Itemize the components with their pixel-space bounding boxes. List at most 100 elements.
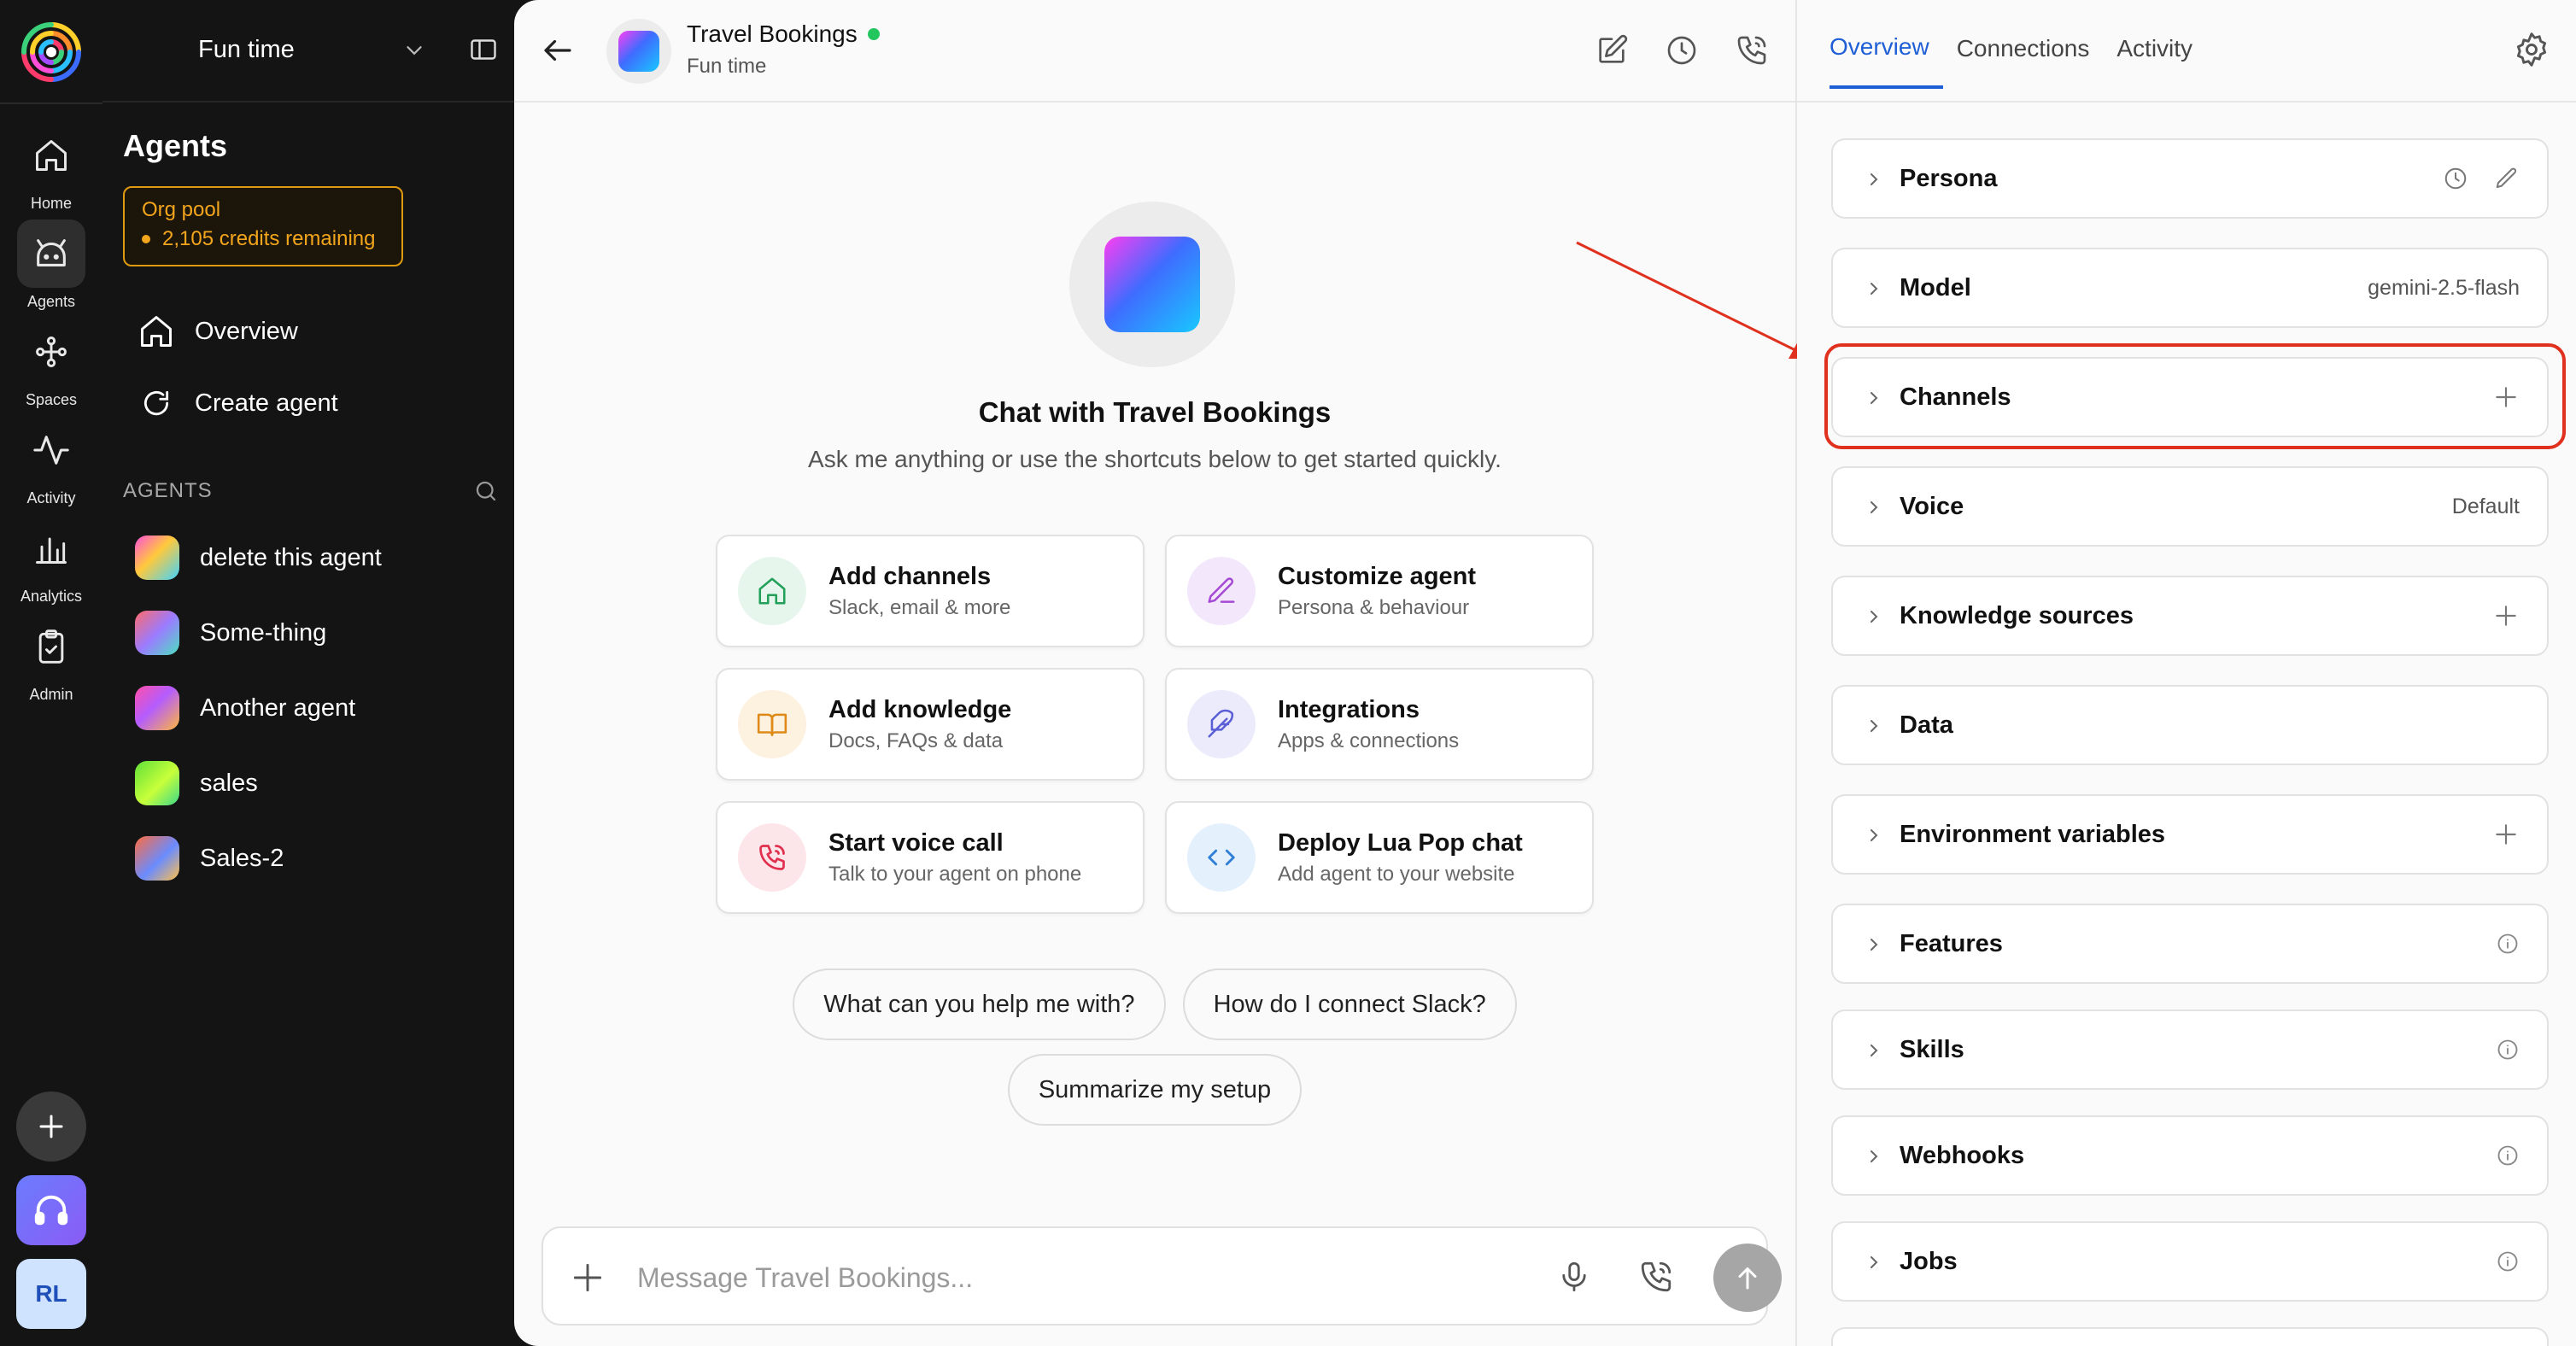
section-title: Knowledge sources	[1900, 601, 2134, 629]
tab-overview[interactable]: Overview	[1830, 0, 1943, 89]
sidebar-item-create-agent[interactable]: Create agent	[137, 383, 338, 424]
pencil-icon	[1208, 577, 1235, 603]
section-model[interactable]: Model gemini-2.5-flash	[1831, 248, 2549, 328]
section-title: Skills	[1900, 1035, 1964, 1063]
card-subtitle: Persona & behaviour	[1278, 595, 1470, 619]
chevron-right-icon	[1871, 1150, 1878, 1162]
history-icon[interactable]	[2443, 166, 2468, 191]
section-knowledge-sources[interactable]: Knowledge sources	[1831, 576, 2549, 656]
phone-icon	[1737, 36, 1766, 65]
attach-plus-icon[interactable]	[569, 1259, 606, 1296]
suggestion-chip[interactable]: What can you help me with?	[793, 969, 1166, 1040]
rail-label: Agents	[26, 293, 76, 310]
chevron-right-icon	[1871, 173, 1878, 185]
section-webhooks[interactable]: Webhooks	[1831, 1115, 2549, 1196]
card-subtitle: Apps & connections	[1278, 729, 1460, 752]
sidebar-item-overview[interactable]: Overview	[137, 311, 338, 352]
home-icon	[141, 316, 172, 347]
card-title: Add knowledge	[828, 695, 1012, 723]
integrations-card[interactable]: Integrations Apps & connections	[1165, 668, 1594, 781]
send-button[interactable]	[1713, 1244, 1782, 1312]
agent-title: Travel Bookings	[687, 20, 858, 47]
call-button[interactable]	[1734, 32, 1770, 68]
agents-sidebar: Fun time Agents Org pool 2,105 credits r…	[102, 0, 514, 1346]
section-jobs[interactable]: Jobs	[1831, 1221, 2549, 1302]
start-voice-call-card[interactable]: Start voice call Talk to your agent on ph…	[716, 801, 1145, 914]
tab-connections[interactable]: Connections	[1957, 0, 2104, 89]
plus-icon[interactable]	[2492, 821, 2520, 848]
suggestion-chip[interactable]: Summarize my setup	[1007, 1054, 1303, 1126]
customize-agent-card[interactable]: Customize agent Persona & behaviour	[1165, 535, 1594, 647]
new-chat-button[interactable]	[1594, 32, 1630, 68]
credits-remaining: 2,105 credits remaining	[162, 227, 376, 250]
workspace-switcher[interactable]: Fun time	[102, 0, 514, 102]
rail-item-activity[interactable]: Activity	[0, 416, 102, 507]
section-next-partial[interactable]	[1831, 1327, 2549, 1346]
rail-label: Analytics	[20, 588, 83, 605]
rail-item-agents[interactable]: Agents	[0, 219, 102, 311]
agent-avatar	[135, 535, 179, 580]
org-pool-title: Org pool	[142, 198, 221, 221]
add-knowledge-card[interactable]: Add knowledge Docs, FAQs & data	[716, 668, 1145, 781]
section-title: Persona	[1900, 164, 1998, 192]
list-item[interactable]: Some-thing	[135, 609, 382, 657]
info-icon[interactable]	[2496, 1249, 2520, 1273]
rail-item-spaces[interactable]: Spaces	[0, 318, 102, 409]
info-icon[interactable]	[2496, 1038, 2520, 1062]
section-persona[interactable]: Persona	[1831, 138, 2549, 219]
chat-header: Travel Bookings Fun time	[514, 0, 1795, 102]
section-features[interactable]: Features	[1831, 904, 2549, 984]
chevron-right-icon	[1871, 720, 1878, 732]
hero-subtitle: Ask me anything or use the shortcuts bel…	[808, 446, 1502, 472]
book-icon	[757, 713, 787, 736]
microphone-icon[interactable]	[1556, 1259, 1592, 1295]
search-icon[interactable]	[473, 478, 499, 504]
gear-icon[interactable]	[2513, 31, 2550, 68]
info-icon[interactable]	[2496, 932, 2520, 956]
plus-icon[interactable]	[2492, 383, 2520, 411]
suggestion-chip[interactable]: How do I connect Slack?	[1182, 969, 1517, 1040]
section-data[interactable]: Data	[1831, 685, 2549, 765]
sidebar-toggle-icon[interactable]	[468, 34, 499, 65]
tab-activity[interactable]: Activity	[2116, 0, 2206, 89]
section-title: Voice	[1900, 492, 1964, 520]
agents-list: delete this agent Some-thing Another age…	[135, 534, 382, 910]
section-skills[interactable]: Skills	[1831, 1010, 2549, 1090]
list-item[interactable]: sales	[135, 759, 382, 807]
agent-avatar	[135, 761, 179, 805]
section-environment-variables[interactable]: Environment variables	[1831, 794, 2549, 875]
chat-panel: Travel Bookings Fun time Chat with Trave…	[514, 0, 1797, 1346]
plus-icon[interactable]	[2492, 602, 2520, 629]
agent-avatar	[135, 686, 179, 730]
voice-call-icon[interactable]	[1638, 1259, 1674, 1295]
history-button[interactable]	[1664, 32, 1700, 68]
support-button[interactable]	[16, 1175, 86, 1245]
rail-item-home[interactable]: Home	[0, 121, 102, 213]
rail-item-admin[interactable]: Admin	[0, 612, 102, 704]
chevron-right-icon	[1871, 611, 1878, 623]
message-input[interactable]	[637, 1254, 1372, 1302]
list-item[interactable]: delete this agent	[135, 534, 382, 582]
chevron-right-icon	[1871, 829, 1878, 841]
agent-name: Sales-2	[200, 844, 284, 872]
card-title: Integrations	[1278, 695, 1420, 723]
section-channels[interactable]: Channels	[1831, 357, 2549, 437]
section-title: Features	[1900, 929, 2003, 957]
list-item[interactable]: Sales-2	[135, 834, 382, 882]
user-avatar[interactable]: RL	[16, 1259, 86, 1329]
back-arrow-icon[interactable]	[540, 32, 576, 68]
rail-item-analytics[interactable]: Analytics	[0, 514, 102, 606]
shortcut-cards: Add channels Slack, email & more Customiz…	[716, 535, 1595, 914]
sidebar-item-label: Create agent	[195, 389, 338, 417]
add-workspace-button[interactable]	[16, 1091, 86, 1162]
app-logo-icon[interactable]	[18, 19, 85, 85]
info-icon[interactable]	[2496, 1144, 2520, 1168]
activity-icon	[33, 436, 69, 465]
pencil-icon[interactable]	[2494, 166, 2520, 191]
section-voice[interactable]: Voice Default	[1831, 466, 2549, 547]
add-channels-card[interactable]: Add channels Slack, email & more	[716, 535, 1145, 647]
home-icon	[36, 140, 67, 171]
agent-name: sales	[200, 769, 258, 797]
deploy-pop-chat-card[interactable]: Deploy Lua Pop chat Add agent to your web…	[1165, 801, 1594, 914]
list-item[interactable]: Another agent	[135, 684, 382, 732]
